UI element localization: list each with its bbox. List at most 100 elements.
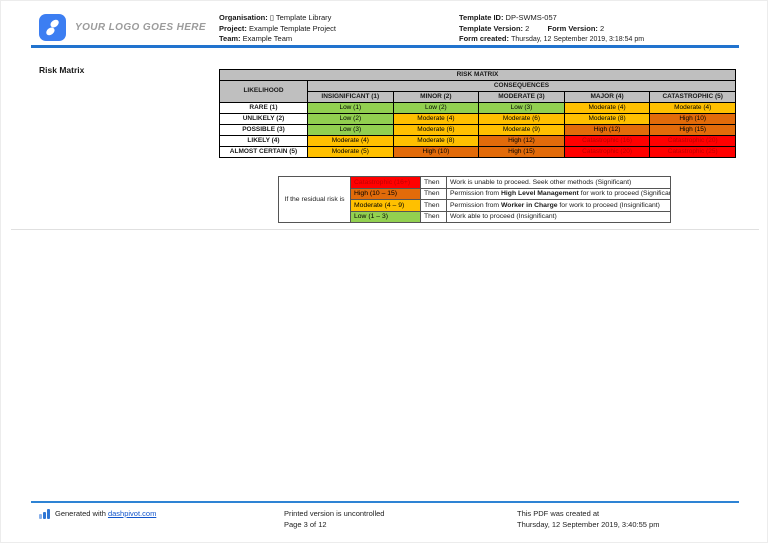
likelihood-header: LIKELIHOOD (220, 81, 308, 103)
project-label: Project: (219, 24, 247, 33)
matrix-title: RISK MATRIX (220, 70, 736, 81)
page-title: Risk Matrix (39, 65, 84, 75)
project-value: Example Template Project (249, 24, 336, 33)
template-version-value: 2 (525, 24, 529, 33)
page-number: Page 3 of 12 (284, 519, 384, 530)
printed-version-text: Printed version is uncontrolled (284, 508, 384, 519)
risk-cell: Catastrophic (20) (564, 147, 650, 158)
risk-cell: Moderate (4) (650, 103, 736, 114)
likelihood-label: POSSIBLE (3) (220, 125, 308, 136)
legend-then: Then (421, 188, 447, 200)
risk-matrix-table: RISK MATRIX LIKELIHOOD CONSEQUENCES INSI… (219, 69, 736, 158)
column-header: MAJOR (4) (564, 92, 650, 103)
risk-cell: High (15) (650, 125, 736, 136)
likelihood-label: RARE (1) (220, 103, 308, 114)
legend-condition: If the residual risk is (279, 177, 351, 223)
risk-cell: Catastrophic (25) (650, 147, 736, 158)
header-logo-area: YOUR LOGO GOES HERE (39, 14, 206, 41)
risk-cell: High (12) (564, 125, 650, 136)
risk-cell: Low (1) (308, 103, 394, 114)
legend-range: Low (1 – 3) (351, 211, 421, 223)
risk-cell: Moderate (4) (564, 103, 650, 114)
organisation-value: ▯ Template Library (270, 13, 332, 22)
footer-center: Printed version is uncontrolled Page 3 o… (284, 508, 384, 530)
desc-prefix: Permission from (450, 190, 501, 197)
generated-text: Generated with dashpivot.com (55, 508, 156, 519)
organisation-label: Organisation: (219, 13, 268, 22)
table-row: POSSIBLE (3) Low (3) Moderate (6) Modera… (220, 125, 736, 136)
legend-description: Permission from Worker in Charge for wor… (447, 200, 671, 212)
risk-cell: Low (2) (393, 103, 479, 114)
matrix-group-header-row: LIKELIHOOD CONSEQUENCES (220, 81, 736, 92)
form-version-value: 2 (600, 24, 604, 33)
risk-cell: Moderate (8) (393, 136, 479, 147)
form-version-label: Form Version: (548, 24, 598, 33)
legend-range: Moderate (4 – 9) (351, 200, 421, 212)
legend-range: High (10 – 15) (351, 188, 421, 200)
header-meta-right: Template ID: DP-SWMS-057 Template Versio… (459, 13, 644, 46)
column-header: MINOR (2) (393, 92, 479, 103)
form-created-value: Thursday, 12 September 2019, 3:18:54 pm (511, 36, 644, 43)
column-header: MODERATE (3) (479, 92, 565, 103)
desc-suffix: for work to proceed (Insignificant) (558, 202, 660, 209)
team-value: Example Team (243, 34, 292, 43)
logo-glyph (39, 14, 66, 41)
risk-cell: High (10) (650, 114, 736, 125)
desc-prefix: Permission from (450, 202, 501, 209)
created-at-label: This PDF was created at (517, 508, 659, 519)
organisation-row: Organisation: ▯ Template Library (219, 13, 336, 24)
generated-prefix: Generated with (55, 509, 108, 518)
risk-cell: Low (2) (308, 114, 394, 125)
template-version-label: Template Version: (459, 24, 523, 33)
likelihood-label: ALMOST CERTAIN (5) (220, 147, 308, 158)
header-meta-left: Organisation: ▯ Template Library Project… (219, 13, 336, 45)
risk-cell: Moderate (6) (479, 114, 565, 125)
risk-cell: High (15) (479, 147, 565, 158)
team-label: Team: (219, 34, 241, 43)
legend-description: Work able to proceed (Insignificant) (447, 211, 671, 223)
desc-bold: High Level Management (501, 190, 579, 197)
template-id-row: Template ID: DP-SWMS-057 (459, 13, 644, 24)
bar-chart-icon (39, 509, 50, 519)
consequences-header: CONSEQUENCES (308, 81, 736, 92)
risk-cell: Moderate (4) (308, 136, 394, 147)
column-header: INSIGNIFICANT (1) (308, 92, 394, 103)
template-id-value: DP-SWMS-057 (506, 13, 557, 22)
table-row: ALMOST CERTAIN (5) Moderate (5) High (10… (220, 147, 736, 158)
risk-cell: Moderate (4) (393, 114, 479, 125)
logo-placeholder-text: YOUR LOGO GOES HERE (75, 22, 206, 33)
header-divider-line (31, 45, 739, 48)
risk-cell: Catastrophic (16) (564, 136, 650, 147)
legend-description: Permission from High Level Management fo… (447, 188, 671, 200)
versions-row: Template Version: 2 Form Version: 2 (459, 24, 644, 35)
footer-created: This PDF was created at Thursday, 12 Sep… (517, 508, 659, 530)
risk-cell: Catastrophic (20) (650, 136, 736, 147)
legend-row: If the residual risk is Catastrophic (16… (279, 177, 671, 189)
risk-cell: Moderate (8) (564, 114, 650, 125)
dashpivot-logo-icon (39, 14, 66, 41)
form-created-row: Form created: Thursday, 12 September 201… (459, 34, 644, 46)
team-row: Team: Example Team (219, 34, 336, 45)
table-row: RARE (1) Low (1) Low (2) Low (3) Moderat… (220, 103, 736, 114)
legend-then: Then (421, 211, 447, 223)
legend-description: Work is unable to proceed. Seek other me… (447, 177, 671, 189)
column-header: CATASTROPHIC (5) (650, 92, 736, 103)
risk-cell: Low (3) (479, 103, 565, 114)
risk-cell: Moderate (6) (393, 125, 479, 136)
residual-risk-legend-table: If the residual risk is Catastrophic (16… (278, 176, 671, 223)
project-row: Project: Example Template Project (219, 24, 336, 35)
dashpivot-link[interactable]: dashpivot.com (108, 509, 156, 518)
footer-divider-line (31, 501, 739, 503)
desc-prefix: Work is unable to proceed. Seek other me… (450, 179, 631, 186)
risk-cell: Moderate (5) (308, 147, 394, 158)
likelihood-label: UNLIKELY (2) (220, 114, 308, 125)
desc-bold: Worker in Charge (501, 202, 558, 209)
likelihood-label: LIKELY (4) (220, 136, 308, 147)
desc-suffix: for work to proceed (Significant) (579, 190, 671, 197)
risk-cell: Low (3) (308, 125, 394, 136)
risk-cell: High (10) (393, 147, 479, 158)
legend-then: Then (421, 177, 447, 189)
legend-range: Catastrophic (16+) (351, 177, 421, 189)
legend-then: Then (421, 200, 447, 212)
matrix-title-row: RISK MATRIX (220, 70, 736, 81)
